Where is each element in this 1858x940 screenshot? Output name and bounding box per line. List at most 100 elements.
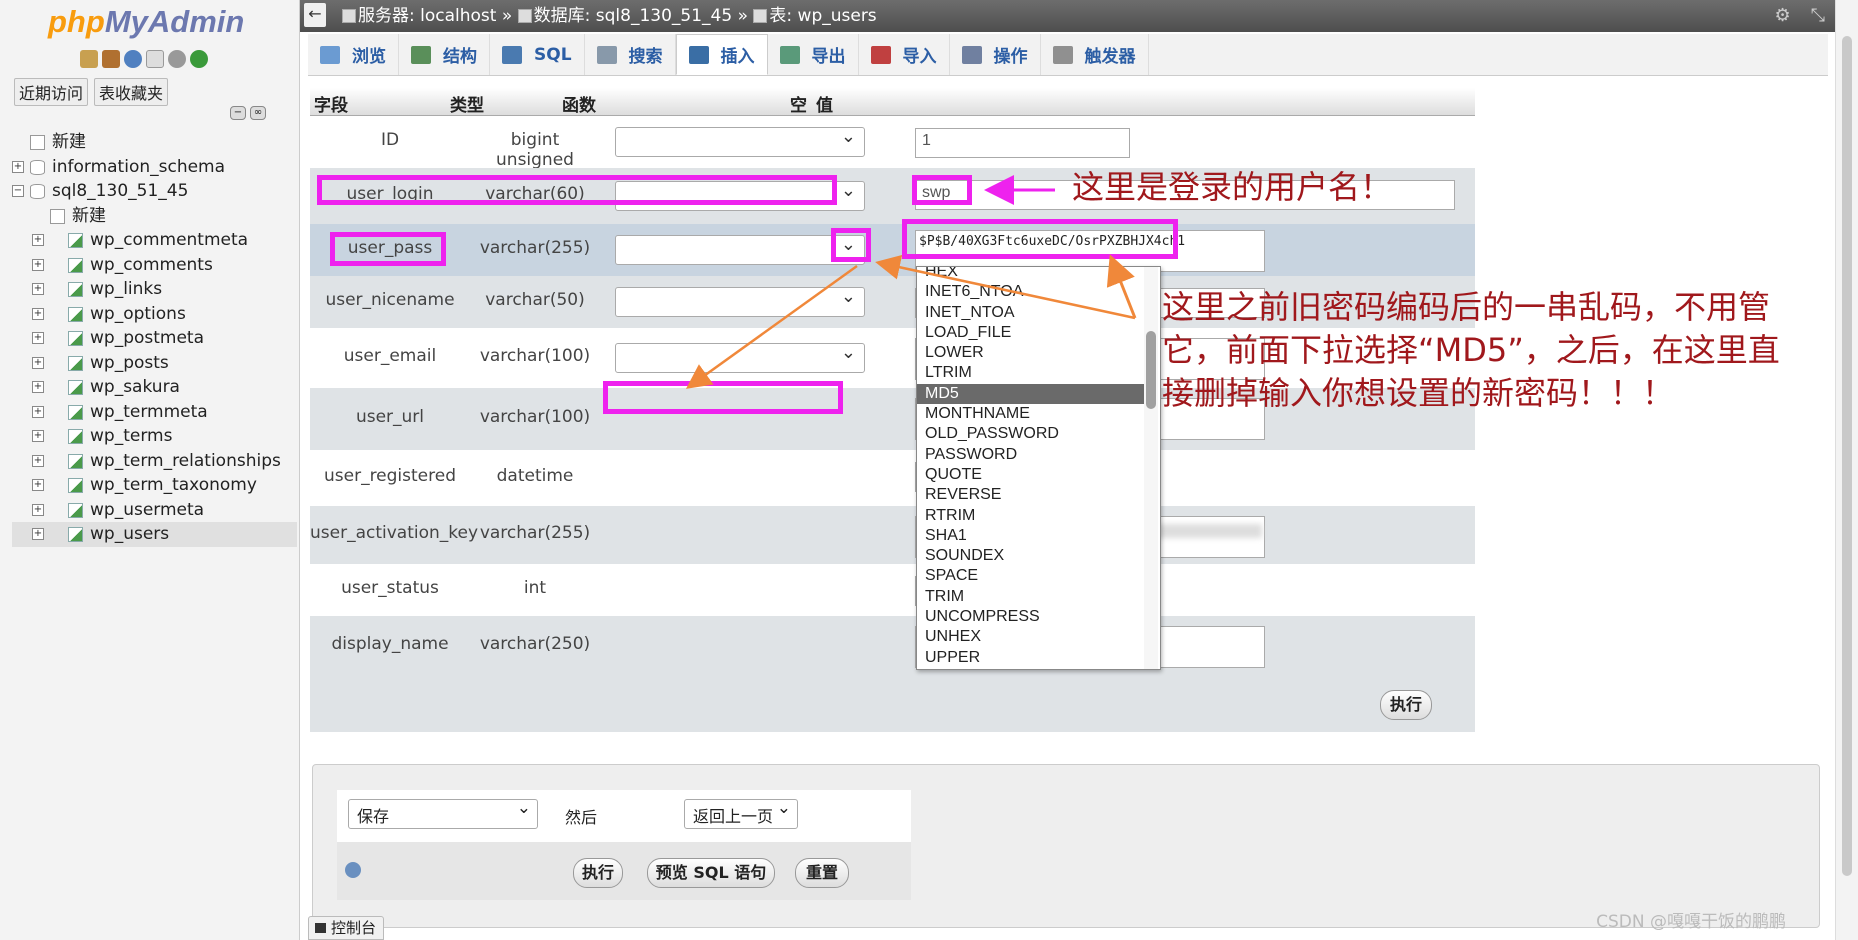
table-icon: [68, 502, 83, 518]
table-icon: [68, 257, 83, 273]
new-item-icon: [30, 135, 45, 150]
console-tab[interactable]: 控制台: [308, 916, 384, 940]
reset-button[interactable]: 重置: [795, 858, 849, 888]
expand-icon[interactable]: +: [12, 160, 24, 173]
tree-item-label[interactable]: wp_terms: [90, 424, 172, 448]
expand-icon[interactable]: +: [32, 430, 44, 442]
tree-item-label[interactable]: wp_usermeta: [90, 498, 204, 522]
link-icon[interactable]: ∞: [250, 106, 266, 120]
home-icon[interactable]: [80, 50, 98, 68]
tree-item-label[interactable]: wp_comments: [90, 253, 213, 277]
expand-icon[interactable]: +: [32, 356, 44, 369]
favorites-tab[interactable]: 表收藏夹: [94, 78, 169, 106]
tree-item[interactable]: + wp_posts: [12, 351, 297, 376]
tree-item-label[interactable]: wp_term_relationships: [90, 449, 281, 473]
then-label: 然后: [565, 808, 598, 827]
expand-icon[interactable]: +: [32, 332, 44, 344]
tree-item-label[interactable]: wp_sakura: [90, 375, 180, 399]
tree-item[interactable]: + wp_terms: [12, 424, 297, 449]
collapse-icon[interactable]: −: [12, 185, 24, 197]
tree-item[interactable]: + wp_termmeta: [12, 400, 297, 425]
page-scroll-thumb[interactable]: [1842, 36, 1852, 876]
tree-item[interactable]: − sql8_130_51_45: [12, 179, 297, 204]
expand-icon[interactable]: +: [32, 528, 44, 540]
expand-icon[interactable]: +: [32, 503, 44, 516]
tree-item[interactable]: + wp_links: [12, 277, 297, 302]
tree-item-label[interactable]: information_schema: [52, 155, 225, 179]
tree-item[interactable]: + wp_commentmeta: [12, 228, 297, 253]
logout-icon[interactable]: [102, 50, 120, 68]
new-item-icon: [50, 208, 65, 224]
tree-item[interactable]: + wp_sakura: [12, 375, 297, 400]
tree-item-label[interactable]: wp_term_taxonomy: [90, 473, 257, 497]
sidebar-nav-tabs: 近期访问 表收藏夹: [14, 78, 169, 106]
annotation-password-line1: 这里之前旧密码编码后的一串乱码，不用管: [1162, 288, 1771, 326]
tree-item[interactable]: + wp_comments: [12, 253, 297, 278]
tree-item-label[interactable]: wp_postmeta: [90, 326, 204, 350]
table-icon: [68, 355, 83, 371]
tree-item[interactable]: + wp_term_relationships: [12, 449, 297, 474]
expand-icon[interactable]: +: [32, 307, 44, 320]
table-icon: [68, 453, 83, 469]
annotation-password-line2: 它，前面下拉选择“MD5”，之后，在这里直: [1162, 331, 1780, 369]
table-icon: [68, 429, 83, 444]
tree-item[interactable]: + wp_postmeta: [12, 326, 297, 351]
help-icon[interactable]: [345, 862, 361, 878]
table-icon: [68, 282, 83, 297]
collapse-all-icon[interactable]: −: [230, 106, 246, 120]
expand-icon[interactable]: +: [32, 479, 44, 491]
tree-item[interactable]: 新建: [12, 130, 297, 155]
table-icon: [68, 331, 83, 346]
navigation-sidebar: phpMyAdmin 近期访问 表收藏夹 − ∞ 新建 + information_…: [0, 0, 300, 940]
tree-item-label[interactable]: wp_posts: [90, 351, 169, 375]
help-icon[interactable]: [124, 50, 142, 68]
tree-item-label[interactable]: wp_commentmeta: [90, 228, 248, 252]
expand-icon[interactable]: +: [32, 258, 44, 271]
arrow-to-dropdown: [875, 254, 1136, 320]
expand-icon[interactable]: +: [32, 234, 44, 246]
arrow-to-password: [1106, 254, 1137, 319]
bottom-execute-button[interactable]: 执行: [573, 858, 623, 888]
tree-item-label[interactable]: wp_links: [90, 277, 162, 301]
submit-options: 保存 然后 返回上一页 执行 预览 SQL 语句 重置: [337, 790, 911, 900]
reload-icon[interactable]: [190, 50, 208, 68]
docs-icon[interactable]: [146, 50, 164, 68]
tree-item-label[interactable]: wp_termmeta: [90, 400, 208, 424]
database-tree: 新建 + information_schema − sql8_130_51_45 新建 + w…: [12, 130, 297, 547]
tree-item-label[interactable]: wp_users: [90, 522, 169, 546]
main-content: ← 服务器: localhost » 数据库: sql8_130_51_45 »…: [300, 0, 1835, 940]
save-select[interactable]: 保存: [348, 798, 538, 829]
tree-item[interactable]: + information_schema: [12, 155, 297, 180]
expand-icon[interactable]: +: [32, 283, 44, 295]
database-icon: [30, 159, 45, 175]
submit-panel: 保存 然后 返回上一页 执行 预览 SQL 语句 重置: [312, 764, 1820, 928]
page-scrollbar[interactable]: [1835, 0, 1858, 940]
collapse-controls: − ∞: [230, 106, 266, 120]
submit-buttons-row: 执行 预览 SQL 语句 重置: [337, 842, 911, 900]
recent-tab[interactable]: 近期访问: [14, 78, 89, 106]
tree-item-label[interactable]: 新建: [52, 130, 86, 154]
tree-item[interactable]: + wp_users: [12, 522, 297, 547]
tree-item-label[interactable]: wp_options: [90, 302, 186, 326]
tree-item[interactable]: 新建: [12, 204, 297, 229]
expand-icon[interactable]: +: [32, 405, 44, 418]
annotation-username: 这里是登录的用户名！: [1072, 168, 1393, 206]
after-insert-select[interactable]: 返回上一页: [684, 798, 798, 829]
sidebar-quick-icons: [80, 50, 208, 68]
table-icon: [68, 233, 83, 248]
expand-icon[interactable]: +: [32, 454, 44, 467]
tree-item-label[interactable]: sql8_130_51_45: [52, 179, 188, 203]
expand-icon[interactable]: +: [32, 381, 44, 393]
table-icon: [68, 527, 83, 542]
tree-item[interactable]: + wp_term_taxonomy: [12, 473, 297, 498]
database-icon: [30, 184, 45, 199]
tree-item-label[interactable]: 新建: [72, 204, 106, 228]
annotation-password-line3: 接删掉输入你想设置的新密码！！！: [1162, 374, 1675, 412]
settings-icon[interactable]: [168, 50, 186, 68]
tree-item[interactable]: + wp_options: [12, 302, 297, 327]
tree-item[interactable]: + wp_usermeta: [12, 498, 297, 523]
table-icon: [68, 404, 83, 420]
phpmyadmin-logo[interactable]: phpMyAdmin: [48, 4, 244, 40]
preview-sql-button[interactable]: 预览 SQL 语句: [647, 858, 775, 888]
arrow-to-md5: [685, 264, 858, 389]
